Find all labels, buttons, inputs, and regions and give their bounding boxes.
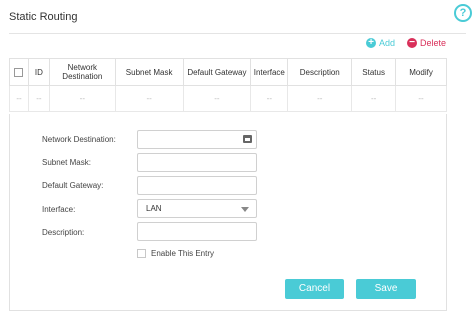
subnet-mask-input[interactable] (146, 154, 256, 171)
select-all-cell[interactable] (9, 58, 29, 86)
description-field[interactable] (137, 222, 257, 241)
row-cell: -- (9, 85, 29, 112)
row-cell: -- (114, 85, 184, 112)
table-header-row: ID Network Destination Subnet Mask Defau… (9, 58, 447, 86)
add-label: Add (379, 38, 396, 48)
network-destination-label: Network Destination: (42, 135, 116, 144)
enable-entry-checkbox[interactable] (137, 249, 146, 258)
description-label: Description: (42, 228, 85, 237)
default-gateway-field[interactable] (137, 176, 257, 195)
interface-label: Interface: (42, 205, 76, 214)
row-cell: -- (182, 85, 252, 112)
network-destination-input[interactable] (146, 131, 256, 148)
header-description: Description (287, 58, 353, 86)
plus-icon: + (366, 38, 376, 48)
row-cell: -- (250, 85, 289, 112)
add-button[interactable]: + Add (366, 38, 395, 48)
address-picker-icon[interactable] (243, 135, 252, 143)
enable-entry-option[interactable]: Enable This Entry (137, 249, 214, 258)
cancel-button[interactable]: Cancel (285, 279, 344, 299)
subnet-mask-label: Subnet Mask: (42, 158, 91, 167)
header-id: ID (27, 58, 50, 86)
delete-label: Delete (420, 38, 447, 48)
row-cell: -- (287, 85, 353, 112)
routing-table: ID Network Destination Subnet Mask Defau… (9, 58, 447, 112)
enable-entry-label: Enable This Entry (151, 249, 214, 258)
header-network-destination: Network Destination (48, 58, 116, 86)
interface-value: LAN (146, 204, 162, 213)
chevron-down-icon (241, 207, 249, 212)
table-row: -- -- -- -- -- -- -- -- -- (9, 85, 447, 112)
row-cell: -- (27, 85, 50, 112)
minus-icon: − (407, 38, 417, 48)
default-gateway-label: Default Gateway: (42, 181, 104, 190)
title-divider (9, 33, 466, 34)
row-cell: -- (395, 85, 447, 112)
help-icon[interactable]: ? (454, 4, 472, 22)
save-button[interactable]: Save (356, 279, 416, 299)
default-gateway-input[interactable] (146, 177, 256, 194)
select-all-checkbox[interactable] (14, 67, 24, 77)
description-input[interactable] (146, 223, 256, 240)
header-status: Status (351, 58, 397, 86)
header-modify: Modify (395, 58, 447, 86)
header-subnet-mask: Subnet Mask (114, 58, 184, 86)
network-destination-field[interactable] (137, 130, 257, 149)
delete-button[interactable]: − Delete (407, 38, 446, 48)
interface-select[interactable]: LAN (137, 199, 257, 218)
row-cell: -- (351, 85, 397, 112)
subnet-mask-field[interactable] (137, 153, 257, 172)
header-default-gateway: Default Gateway (182, 58, 252, 86)
page-title: Static Routing (9, 11, 78, 23)
header-interface: Interface (250, 58, 289, 86)
row-cell: -- (48, 85, 116, 112)
